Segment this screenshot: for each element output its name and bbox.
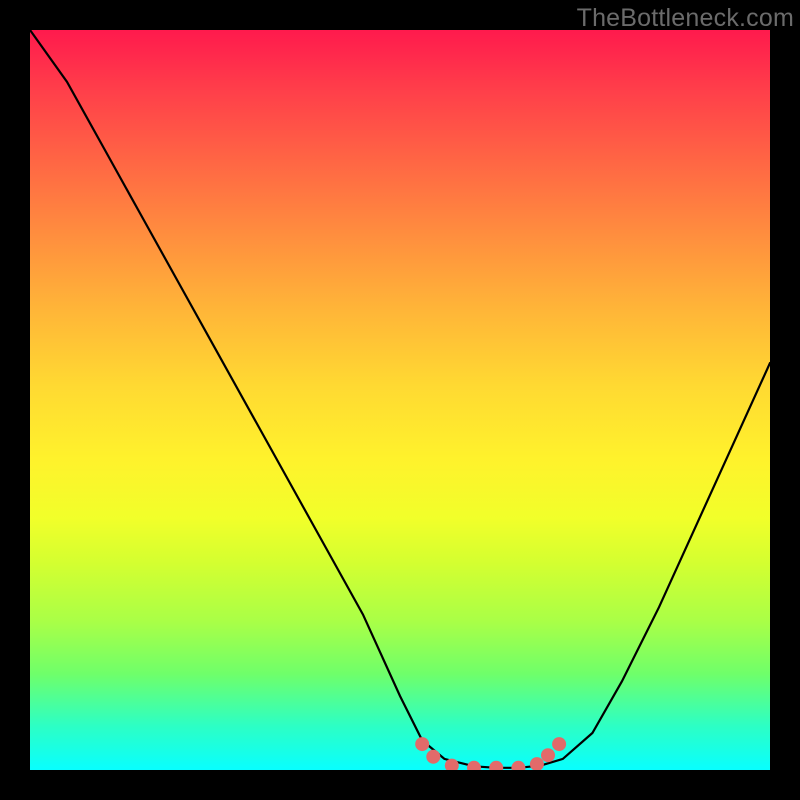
chart-svg	[30, 30, 770, 770]
mismatch-curve	[30, 30, 770, 768]
optimal-range-dots	[415, 737, 566, 770]
chart-frame: TheBottleneck.com	[0, 0, 800, 800]
marker-dot	[489, 761, 503, 770]
marker-dot	[552, 737, 566, 751]
plot-area	[30, 30, 770, 770]
marker-dot	[415, 737, 429, 751]
marker-dot	[530, 757, 544, 770]
watermark-text: TheBottleneck.com	[577, 4, 794, 33]
marker-dot	[426, 750, 440, 764]
marker-dot	[541, 748, 555, 762]
marker-dot	[467, 761, 481, 770]
marker-dot	[511, 761, 525, 770]
